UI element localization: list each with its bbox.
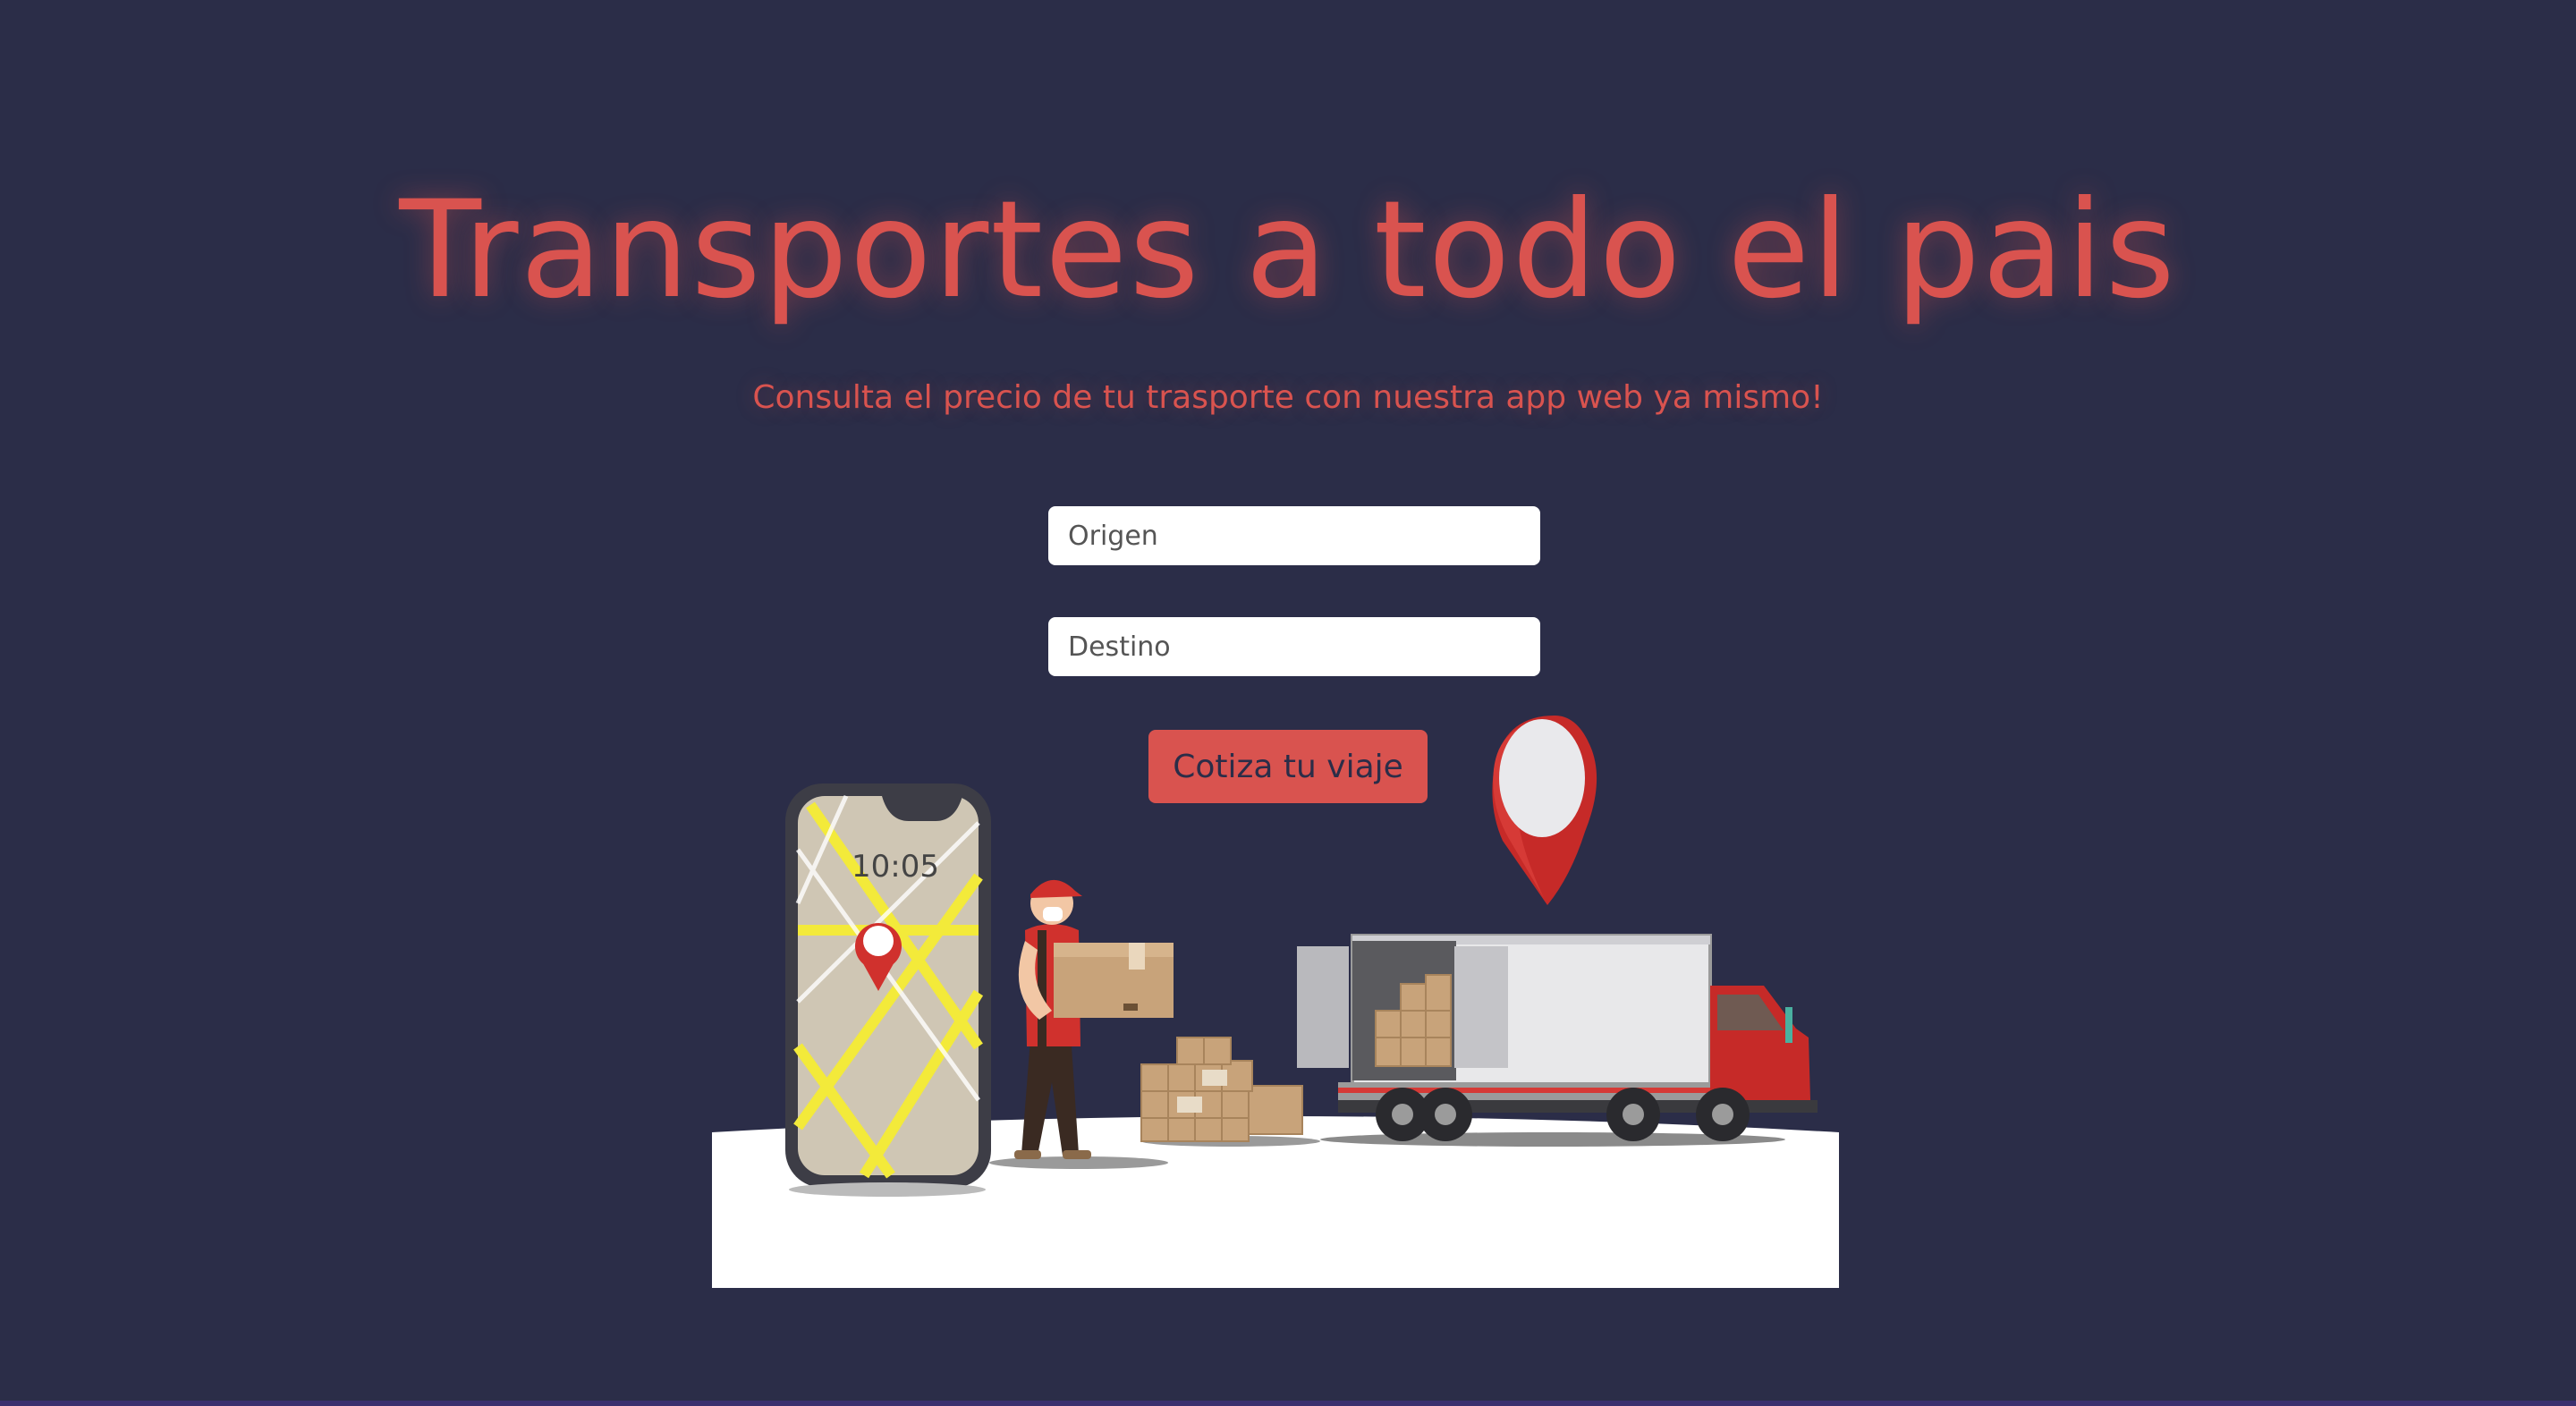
- truck-icon: [1297, 934, 1818, 1147]
- page-title: Transportes a todo el pais: [399, 173, 2177, 328]
- page-subtitle: Consulta el precio de tu trasporte con n…: [752, 379, 1824, 416]
- phone-map-icon: 10:05: [785, 783, 991, 1188]
- truck-wheel: [1606, 1088, 1660, 1141]
- truck-wheel: [1696, 1088, 1750, 1141]
- location-pin-icon: [1492, 716, 1597, 905]
- destination-input[interactable]: [1048, 617, 1540, 676]
- quote-trip-button[interactable]: Cotiza tu viaje: [1148, 730, 1428, 803]
- truck-wheel: [1419, 1088, 1472, 1141]
- bottom-edge: [0, 1401, 2576, 1406]
- phone-time: 10:05: [852, 849, 939, 885]
- landing-page: Transportes a todo el pais Consulta el p…: [0, 0, 2576, 1406]
- origin-input[interactable]: [1048, 506, 1540, 565]
- carried-box-icon: [1054, 943, 1174, 1018]
- boxes-icon: [1140, 1037, 1320, 1147]
